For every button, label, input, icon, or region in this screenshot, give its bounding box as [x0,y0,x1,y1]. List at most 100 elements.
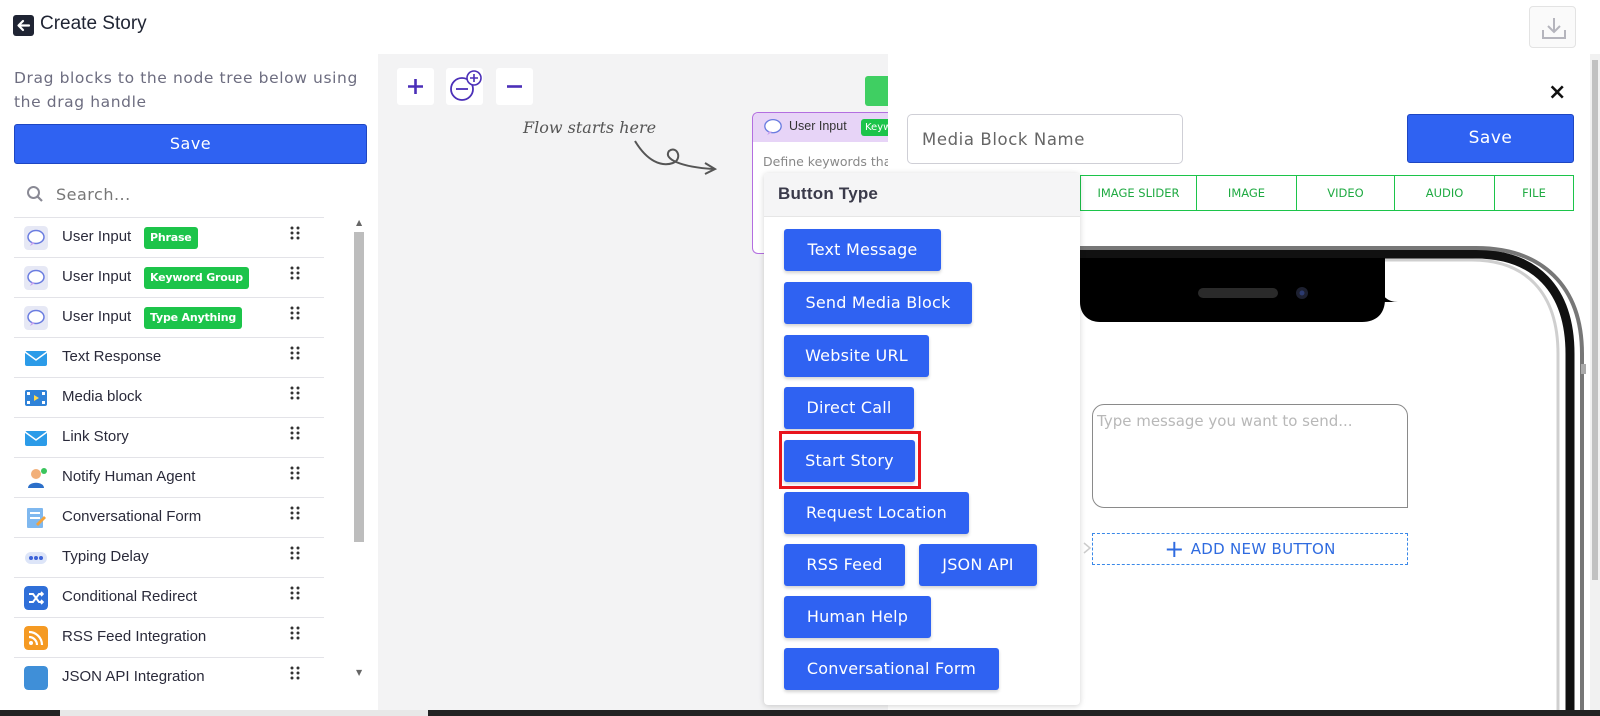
minus-icon [507,85,522,88]
zoom-in-button[interactable] [397,68,434,105]
chat-bubble-icon [764,118,782,136]
search-icon [27,186,43,202]
list-item[interactable]: Media block [14,377,324,417]
envelope-icon [24,351,48,366]
back-arrow-icon[interactable] [13,15,34,36]
list-item-label: User Input [62,228,132,245]
tab-audio[interactable]: AUDIO [1395,176,1495,210]
chat-bubble-icon [24,226,48,250]
node-handle[interactable] [865,76,888,106]
page-title: Create Story [40,13,147,34]
chat-bubble-icon [24,266,48,290]
drag-handle-icon[interactable] [290,426,300,440]
drag-handle-icon[interactable] [290,466,300,480]
message-textarea[interactable] [1092,404,1408,508]
json-api-option[interactable]: JSON API [919,544,1037,586]
download-icon [1542,18,1566,39]
plus-icon [408,79,423,94]
add-new-button-label: ADD NEW BUTTON [1190,540,1336,558]
block-list: User Input Phrase User Input Keyword Gro… [14,217,324,697]
list-item-label: User Input [62,268,132,285]
list-item[interactable]: Link Story [14,417,324,457]
drag-handle-icon[interactable] [290,626,300,640]
close-icon[interactable]: × [1548,82,1566,104]
node-title: User Input [789,119,847,133]
shuffle-icon [24,586,48,610]
zoom-out-button[interactable] [496,68,533,105]
rss-feed-option[interactable]: RSS Feed [784,544,905,586]
scroll-up-icon[interactable]: ▲ [356,218,362,227]
text-message-option[interactable]: Text Message [784,229,941,271]
drag-handle-icon[interactable] [290,386,300,400]
list-item-label: JSON API Integration [62,668,205,685]
add-new-button[interactable]: + ADD NEW BUTTON [1092,533,1408,565]
selection-highlight [779,431,921,489]
list-item[interactable]: JSON API Integration [14,657,324,697]
drag-handle-icon[interactable] [290,306,300,320]
zoom-reset-button[interactable] [446,68,483,105]
keyword-group-badge: Keyword Group [144,267,249,289]
block-sidebar: Drag blocks to the node tree below using… [0,54,378,716]
media-type-tabs: IMAGE SLIDER IMAGE VIDEO AUDIO FILE [1080,175,1574,211]
media-block-name-input[interactable] [907,114,1183,164]
direct-call-option[interactable]: Direct Call [784,387,914,429]
panel-scroll-thumb[interactable] [1592,60,1598,580]
typing-dots-icon [25,552,47,564]
button-type-popup: Button Type Text Message Send Media Bloc… [764,173,1080,705]
send-media-block-option[interactable]: Send Media Block [784,282,972,324]
human-help-option[interactable]: Human Help [784,596,931,638]
zoom-fit-icon [450,70,482,101]
create-story-screen: Create Story Drag blocks to the node tre… [0,0,1600,716]
list-item-label: Typing Delay [62,548,149,565]
drag-handle-icon[interactable] [290,546,300,560]
node-badge: Keyword Group [861,119,889,136]
drag-handle-icon[interactable] [290,666,300,680]
conversational-form-option[interactable]: Conversational Form [784,648,999,690]
code-icon [24,666,48,690]
list-item-label: Conditional Redirect [62,588,198,605]
list-item-label: Link Story [62,428,129,445]
list-item[interactable]: Text Response [14,337,324,377]
scroll-down-icon[interactable]: ▼ [356,668,362,677]
list-item[interactable]: RSS Feed Integration [14,617,324,657]
sidebar-scroll-thumb[interactable] [354,232,364,542]
list-item[interactable]: Conversational Form [14,497,324,537]
search-input[interactable] [56,181,316,207]
tab-image-slider[interactable]: IMAGE SLIDER [1081,176,1197,210]
sidebar-save-button[interactable]: Save [14,124,367,164]
phrase-badge: Phrase [144,227,198,249]
list-item-label: User Input [62,308,132,325]
list-item[interactable]: Typing Delay [14,537,324,577]
list-item[interactable]: Notify Human Agent [14,457,324,497]
list-item-label: Notify Human Agent [62,468,196,485]
agent-icon [28,468,47,488]
request-location-option[interactable]: Request Location [784,492,969,534]
download-button[interactable] [1529,6,1576,48]
list-item-label: Conversational Form [62,508,202,525]
drag-handle-icon[interactable] [290,506,300,520]
bottom-scroll-thumb[interactable] [60,710,428,716]
list-item-label: Media block [62,388,143,405]
list-item[interactable]: User Input Phrase [14,217,324,257]
tab-image[interactable]: IMAGE [1197,176,1297,210]
drag-handle-icon[interactable] [290,266,300,280]
website-url-option[interactable]: Website URL [784,335,929,377]
list-item[interactable]: User Input Type Anything [14,297,324,337]
drag-handle-icon[interactable] [290,346,300,360]
node-header: User Input Keyword Group [753,113,889,142]
film-icon [25,390,47,406]
tab-file[interactable]: FILE [1495,176,1573,210]
drag-handle-icon[interactable] [290,586,300,600]
tab-video[interactable]: VIDEO [1297,176,1395,210]
form-icon [27,508,46,528]
chat-bubble-icon [24,306,48,330]
list-item[interactable]: Conditional Redirect [14,577,324,617]
rss-icon [24,626,48,650]
node-description: Define keywords that [763,154,889,169]
drag-handle-icon[interactable] [290,226,300,240]
list-item[interactable]: User Input Keyword Group [14,257,324,297]
panel-save-button[interactable]: Save [1407,114,1574,163]
plus-icon: + [1164,535,1185,563]
sidebar-hint: Drag blocks to the node tree below using… [14,69,358,111]
list-item-label: RSS Feed Integration [62,628,207,645]
